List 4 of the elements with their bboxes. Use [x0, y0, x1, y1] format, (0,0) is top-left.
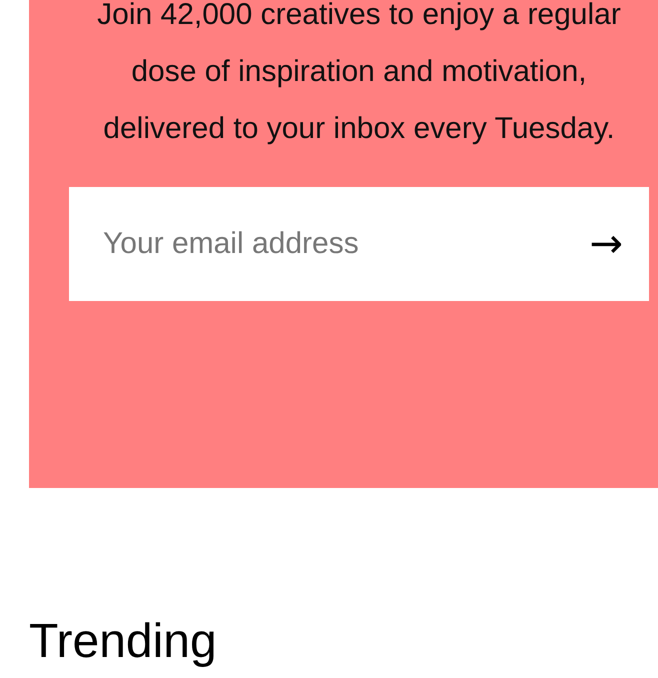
- newsletter-text: Join 42,000 creatives to enjoy a regular dose of inspiration and motivation, delivered to your inbox every Tuesday.: [96, 0, 622, 147]
- submit-button[interactable]: →: [589, 224, 623, 264]
- section-heading: Trending: [29, 616, 218, 669]
- email-field[interactable]: Your email address →: [69, 187, 649, 301]
